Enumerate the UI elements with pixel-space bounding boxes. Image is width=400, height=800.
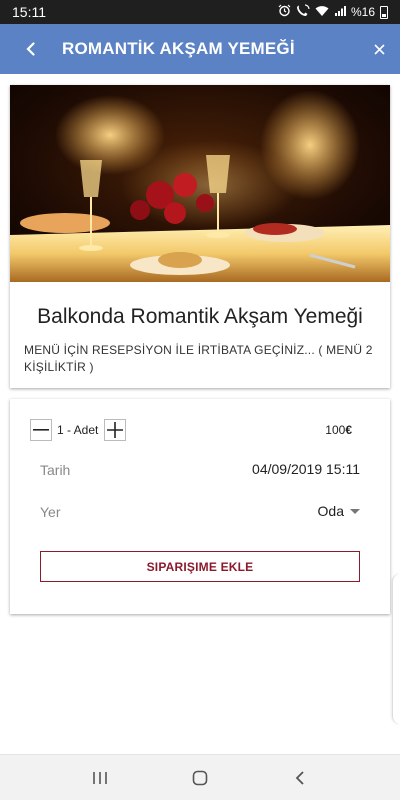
product-card: Balkonda Romantik Akşam Yemeği MENÜ İÇİN… bbox=[10, 85, 390, 388]
order-card: 1 - Adet 100€ Tarih 04/09/2019 15:11 Yer… bbox=[10, 399, 390, 614]
add-to-order-button[interactable]: SIPARIŞIME EKLE bbox=[40, 551, 360, 582]
page-title: ROMANTİK AKŞAM YEMEĞİ bbox=[62, 39, 295, 58]
alarm-icon bbox=[278, 4, 291, 20]
date-label: Tarih bbox=[40, 462, 71, 478]
caret-down-icon bbox=[350, 508, 360, 514]
plus-icon bbox=[107, 422, 124, 438]
quantity-label: 1 - Adet bbox=[57, 423, 99, 437]
status-time: 15:11 bbox=[12, 4, 46, 20]
app-bar: ROMANTİK AKŞAM YEMEĞİ bbox=[0, 24, 400, 74]
place-label: Yer bbox=[40, 504, 61, 520]
increase-button[interactable] bbox=[104, 419, 127, 441]
content-area: Balkonda Romantik Akşam Yemeği MENÜ İÇİN… bbox=[0, 74, 400, 754]
navigation-bar bbox=[0, 754, 400, 800]
place-select[interactable]: Oda bbox=[318, 503, 360, 519]
back-button[interactable] bbox=[0, 24, 62, 74]
wifi-icon bbox=[315, 5, 329, 20]
battery-text: %16 bbox=[350, 5, 375, 19]
home-icon bbox=[192, 770, 208, 785]
product-description: MENÜ İÇİN RESEPSİYON İLE İRTİBATA GEÇİNİ… bbox=[24, 343, 373, 374]
edge-panel-handle[interactable] bbox=[392, 574, 400, 724]
status-bar: 15:11 %16 bbox=[0, 0, 400, 24]
currency-symbol: € bbox=[345, 423, 352, 437]
recent-apps-button[interactable] bbox=[80, 758, 120, 798]
status-icons: %16 bbox=[278, 4, 388, 20]
chevron-left-icon bbox=[26, 42, 35, 56]
decrease-button[interactable] bbox=[30, 419, 52, 441]
signal-icon bbox=[334, 5, 346, 20]
back-icon bbox=[295, 770, 304, 785]
date-field[interactable]: 04/09/2019 15:11 bbox=[252, 461, 360, 477]
price: 100€ bbox=[325, 423, 352, 437]
battery-icon bbox=[380, 5, 388, 19]
recent-apps-icon bbox=[93, 771, 107, 784]
minus-icon bbox=[33, 429, 49, 431]
home-button[interactable] bbox=[180, 758, 220, 798]
price-value: 100 bbox=[325, 423, 346, 437]
close-button[interactable] bbox=[358, 24, 400, 74]
product-image bbox=[10, 85, 390, 282]
system-back-button[interactable] bbox=[280, 758, 320, 798]
place-value: Oda bbox=[317, 503, 344, 519]
product-title: Balkonda Romantik Akşam Yemeği bbox=[37, 305, 363, 328]
quantity-stepper: 1 - Adet bbox=[30, 419, 127, 441]
wifi-call-icon bbox=[296, 4, 310, 20]
close-icon bbox=[373, 43, 385, 55]
